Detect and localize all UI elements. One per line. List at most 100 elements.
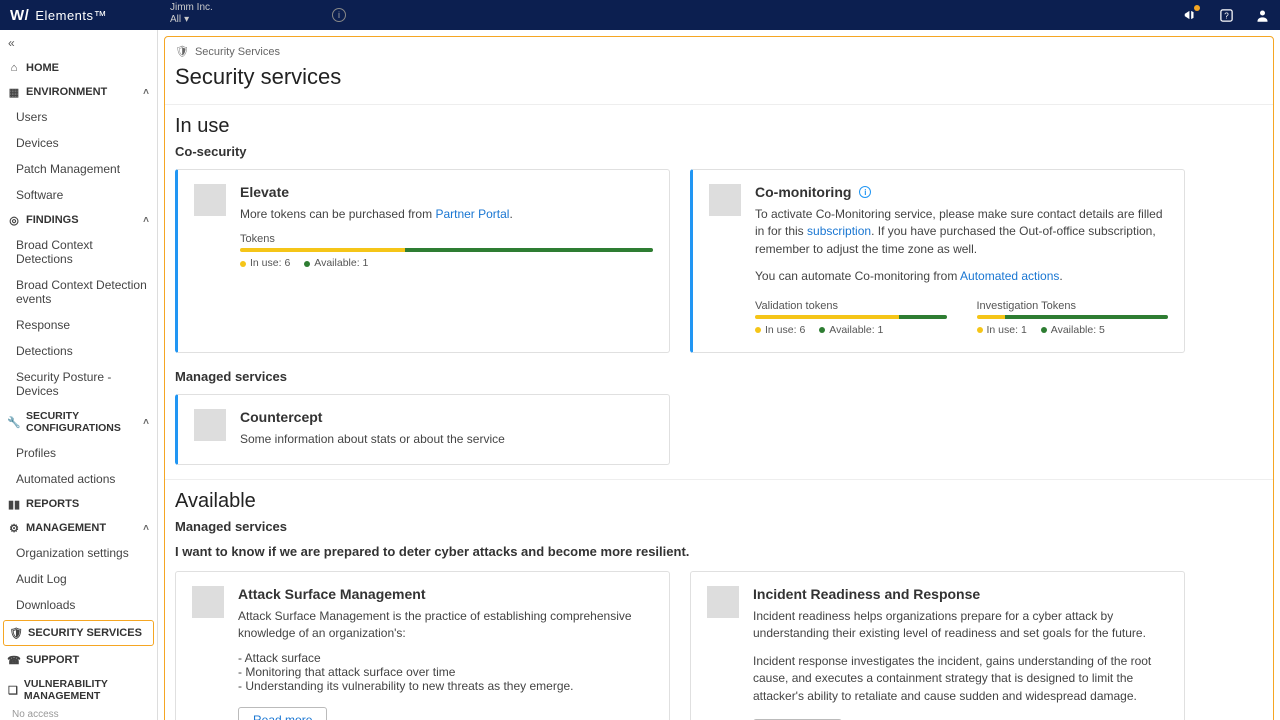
automated-actions-link[interactable]: Automated actions	[960, 269, 1059, 283]
tokens-bar	[240, 248, 653, 252]
card-countercept: Countercept Some information about stats…	[175, 394, 670, 465]
countercept-title: Countercept	[240, 409, 653, 425]
investigation-legend: In use: 1 Available: 5	[977, 324, 1169, 336]
tenant-selector[interactable]: Jimm Inc. All ▾	[170, 2, 213, 26]
read-more-button[interactable]: Read more	[238, 707, 327, 720]
validation-label: Validation tokens	[755, 300, 947, 312]
nav-support[interactable]: ☎ SUPPORT	[0, 648, 157, 672]
asm-b1: - Attack surface	[238, 651, 653, 665]
partner-portal-link[interactable]: Partner Portal	[435, 207, 509, 221]
asm-title: Attack Surface Management	[238, 586, 653, 602]
card-irr: Incident Readiness and Response Incident…	[690, 571, 1185, 720]
comonitoring-desc1: To activate Co-Monitoring service, pleas…	[755, 206, 1168, 258]
breadcrumb: 🛡 Security Services	[165, 37, 1273, 60]
countercept-icon	[194, 409, 226, 441]
irr-title: Incident Readiness and Response	[753, 586, 1168, 602]
nav-findings-label: FINDINGS	[26, 214, 79, 226]
tokens-label: Tokens	[240, 233, 653, 245]
nav-bcd[interactable]: Broad Context Detections	[0, 232, 157, 272]
tokens-available: Available: 1	[314, 257, 368, 269]
card-asm: Attack Surface Management Attack Surface…	[175, 571, 670, 720]
main-content: 🛡 Security Services Security services In…	[158, 30, 1280, 720]
comonitoring-title-text: Co-monitoring	[755, 184, 851, 200]
nav-secconf[interactable]: 🔧 SECURITY CONFIGURATIONS ˄	[0, 404, 157, 440]
nav-support-label: SUPPORT	[26, 654, 79, 666]
nav-patch[interactable]: Patch Management	[0, 156, 157, 182]
validation-bar	[755, 315, 947, 319]
announcements-icon[interactable]	[1182, 7, 1198, 23]
elevate-desc: More tokens can be purchased from Partne…	[240, 206, 653, 223]
no-access-vuln: No access	[0, 708, 157, 720]
home-icon: ⌂	[8, 62, 20, 74]
nav-audit[interactable]: Audit Log	[0, 566, 157, 592]
collapse-sidebar-button[interactable]: «	[0, 30, 157, 56]
val-avail: Available: 1	[829, 324, 883, 336]
tenant-scope[interactable]: All ▾	[170, 14, 213, 26]
card-elevate: Elevate More tokens can be purchased fro…	[175, 169, 670, 353]
investigation-bar	[977, 315, 1169, 319]
nav-home-label: HOME	[26, 62, 59, 74]
nav-secconf-label: SECURITY CONFIGURATIONS	[26, 410, 137, 434]
comonitoring-icon	[709, 184, 741, 216]
section-available: Available Managed services I want to kno…	[165, 490, 1273, 720]
nav-vuln[interactable]: ❏ VULNERABILITY MANAGEMENT	[0, 672, 157, 708]
user-icon[interactable]	[1254, 7, 1270, 23]
card-comonitoring: Co-monitoring i To activate Co-Monitorin…	[690, 169, 1185, 353]
tokens-legend: In use: 6 Available: 1	[240, 257, 653, 269]
tenant-scope-label: All	[170, 14, 181, 26]
nav-home[interactable]: ⌂ HOME	[0, 56, 157, 80]
nav-security-services-label: SECURITY SERVICES	[28, 627, 142, 639]
irr-desc2: Incident response investigates the incid…	[753, 653, 1168, 705]
asm-bullets: - Attack surface - Monitoring that attac…	[238, 651, 653, 693]
nav-environment[interactable]: ▦ ENVIRONMENT ˄	[0, 80, 157, 104]
inv-inuse: In use: 1	[987, 324, 1027, 336]
countercept-desc: Some information about stats or about th…	[240, 431, 653, 448]
nav-software[interactable]: Software	[0, 182, 157, 208]
investigation-label: Investigation Tokens	[977, 300, 1169, 312]
nav-devices[interactable]: Devices	[0, 130, 157, 156]
chevron-up-icon: ˄	[143, 87, 149, 98]
nav-management[interactable]: ⚙ MANAGEMENT ˄	[0, 516, 157, 540]
chevron-up-icon: ˄	[143, 215, 149, 226]
nav-vuln-label: VULNERABILITY MANAGEMENT	[24, 678, 149, 702]
brand-logo: W/ Elements™	[10, 7, 107, 24]
nav-automated[interactable]: Automated actions	[0, 466, 157, 492]
gear-icon: ⚙	[8, 522, 20, 534]
nav-security-services[interactable]: 🛡 SECURITY SERVICES	[3, 620, 154, 646]
chart-icon: ▮▮	[8, 498, 20, 510]
elevate-icon	[194, 184, 226, 216]
nav-secposture[interactable]: Security Posture - Devices	[0, 364, 157, 404]
shield-icon: 🛡	[175, 45, 189, 58]
elevate-desc-text: More tokens can be purchased from	[240, 207, 435, 221]
brand-name: Elements™	[35, 8, 107, 23]
nav-users[interactable]: Users	[0, 104, 157, 130]
asm-desc: Attack Surface Management is the practic…	[238, 608, 653, 643]
validation-legend: In use: 6 Available: 1	[755, 324, 947, 336]
nav-downloads[interactable]: Downloads	[0, 592, 157, 618]
nav-detections[interactable]: Detections	[0, 338, 157, 364]
layers-icon: ❏	[8, 684, 18, 696]
top-bar: W/ Elements™ Jimm Inc. All ▾ i ?	[0, 0, 1280, 30]
comonitoring-desc2: You can automate Co-monitoring from Auto…	[755, 268, 1168, 285]
in-use-heading: In use	[175, 115, 1263, 138]
sidebar: « ⌂ HOME ▦ ENVIRONMENT ˄ Users Devices P…	[0, 30, 158, 720]
nav-management-label: MANAGEMENT	[26, 522, 106, 534]
shield-icon: 🛡	[10, 627, 22, 639]
nav-bcd-events[interactable]: Broad Context Detection events	[0, 272, 157, 312]
comonitoring-title: Co-monitoring i	[755, 184, 1168, 200]
nav-reports[interactable]: ▮▮ REPORTS	[0, 492, 157, 516]
info-icon[interactable]: i	[859, 186, 871, 198]
nav-profiles[interactable]: Profiles	[0, 440, 157, 466]
tokens-inuse: In use: 6	[250, 257, 290, 269]
info-icon[interactable]: i	[332, 8, 346, 22]
page-title: Security services	[165, 60, 1273, 104]
nav-findings[interactable]: ◎ FINDINGS ˄	[0, 208, 157, 232]
section-in-use: In use Co-security Elevate More tokens c…	[165, 115, 1273, 479]
svg-text:?: ?	[1224, 11, 1229, 20]
nav-orgsettings[interactable]: Organization settings	[0, 540, 157, 566]
elevate-title: Elevate	[240, 184, 653, 200]
nav-response[interactable]: Response	[0, 312, 157, 338]
val-inuse: In use: 6	[765, 324, 805, 336]
subscription-link[interactable]: subscription	[807, 224, 871, 238]
help-icon[interactable]: ?	[1218, 7, 1234, 23]
